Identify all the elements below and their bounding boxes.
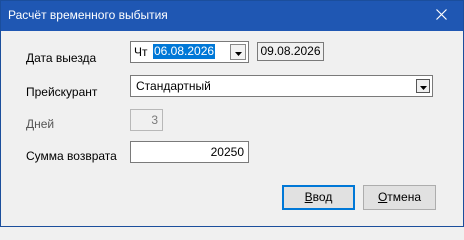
close-icon [435,9,447,23]
window-title: Расчёт временного выбытия [8,8,168,22]
days-field: 3 [130,109,163,131]
return-date-value: 09.08.2026 [257,42,324,61]
departure-date-label: Дата выезда [26,51,97,65]
pricelist-value: Стандартный [136,79,211,93]
refund-sum-label: Сумма возврата [26,149,117,163]
departure-date-value[interactable]: 06.08.2026 [153,44,216,59]
cancel-button-label: тмена [387,190,422,204]
departure-weekday: Чт [134,45,148,59]
chevron-down-icon [419,79,427,93]
close-button[interactable] [419,1,463,31]
cancel-button[interactable]: Отмена [363,185,436,210]
refund-sum-field[interactable]: 20250 [130,141,249,163]
pricelist-select[interactable]: Стандартный [130,75,433,97]
ok-button-label: вод [312,190,333,204]
chevron-down-icon [234,45,242,59]
days-label: Дней [26,117,55,131]
ok-button[interactable]: Ввод [282,185,355,210]
title-bar[interactable]: Расчёт временного выбытия [1,1,463,31]
dialog-window: Расчёт временного выбытия Дата выезда Чт… [0,0,464,227]
pricelist-label: Прейскурант [26,85,98,99]
pricelist-dropdown-button[interactable] [416,79,430,93]
ok-button-mnemonic: В [304,190,313,204]
date-dropdown-button[interactable] [230,44,246,60]
departure-date-picker[interactable]: Чт 06.08.2026 [130,41,249,63]
cancel-button-mnemonic: О [377,190,388,204]
